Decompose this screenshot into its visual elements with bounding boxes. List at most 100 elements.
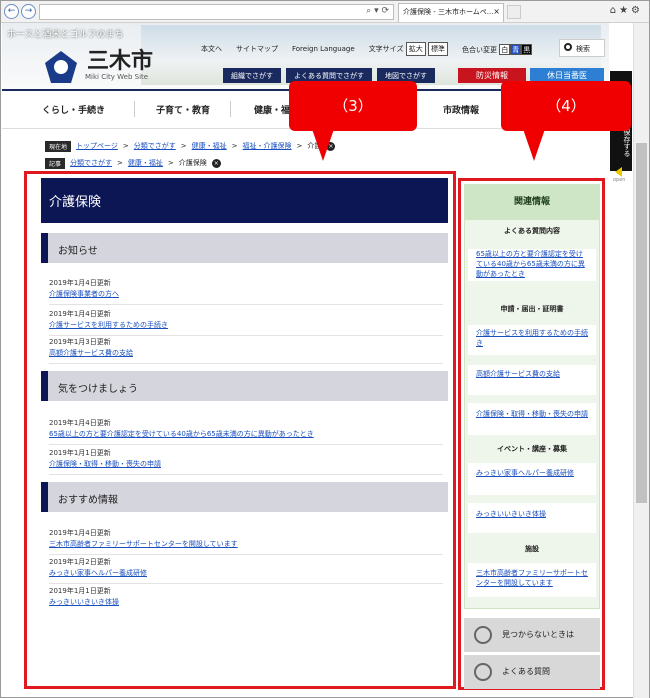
not-found-label: 見つからないときは: [502, 630, 574, 639]
address-bar[interactable]: ⌕ ▾ ⟳: [39, 4, 394, 20]
list-item: 2019年1月4日更新 介護保険事業者の方へ: [49, 278, 443, 305]
callout-4-pointer: [523, 129, 545, 161]
address-actions-icon[interactable]: ⌕ ▾ ⟳: [366, 6, 389, 16]
related-link[interactable]: みっきいいきいき体操: [468, 503, 596, 533]
tab-close-icon[interactable]: ×: [493, 7, 500, 16]
sitemap-link[interactable]: サイトマップ: [236, 44, 278, 54]
not-found-button[interactable]: 見つからないときは: [464, 618, 600, 652]
news-date: 2019年1月4日更新: [49, 310, 111, 318]
related-category: 申請・届出・証明書: [500, 305, 564, 313]
search-label: 検索: [576, 45, 590, 53]
back-icon[interactable]: ←: [4, 4, 19, 19]
news-date: 2019年1月4日更新: [49, 279, 111, 287]
news-date: 2019年1月2日更新: [49, 558, 111, 566]
related-link[interactable]: 三木市高齢者ファミリーサポートセンターを開設しています: [468, 563, 596, 597]
related-link[interactable]: 介護サービスを利用するための手続き: [468, 325, 596, 355]
section-heading: おすすめ情報: [41, 482, 448, 512]
breadcrumb-current-page: 介護保険: [178, 159, 207, 167]
news-date: 2019年1月1日更新: [49, 449, 111, 457]
forward-icon[interactable]: →: [21, 4, 36, 19]
color-control: 色合い変更 白青黒: [462, 43, 533, 55]
search-button[interactable]: 検索: [559, 39, 605, 57]
breadcrumb-link[interactable]: 福祉・介護保険: [243, 141, 292, 151]
list-item: 2019年1月4日更新 65歳以上の方と要介護認定を受けている40歳から65歳未…: [49, 418, 443, 445]
city-logo-icon[interactable]: [43, 49, 79, 85]
color-blue-button[interactable]: 青: [510, 43, 522, 55]
color-white-button[interactable]: 白: [499, 43, 511, 55]
search-icon: [564, 43, 572, 51]
font-size-control: 文字サイズ 拡大 標準: [369, 42, 448, 56]
related-link[interactable]: 介護保険・取得・移動・喪失の申請: [468, 403, 596, 435]
related-category: イベント・講座・募集: [497, 445, 567, 453]
logo-text[interactable]: 三木市: [87, 43, 153, 75]
tab-title: 介護保険 - 三木市ホームペ...: [403, 8, 494, 16]
search-by-organization-button[interactable]: 組織でさがす: [223, 68, 281, 83]
news-link[interactable]: みっきい家事ヘルパー養成研修: [49, 568, 443, 578]
news-link[interactable]: 介護保険事業者の方へ: [49, 289, 443, 299]
browser-menu-icons[interactable]: ⌂★⚙: [610, 5, 643, 16]
faq-label: よくある質問: [502, 667, 550, 676]
font-large-button[interactable]: 拡大: [405, 42, 426, 56]
gnav-item-childcare[interactable]: 子育て・教育: [156, 103, 210, 116]
question-icon: [474, 663, 492, 681]
browser-toolbar: ← → ⌕ ▾ ⟳ 介護保険 - 三木市ホームペ... × ⌂★⚙: [1, 1, 649, 23]
open-label: open: [613, 177, 626, 183]
color-black-button[interactable]: 黒: [521, 43, 533, 55]
news-date: 2019年1月3日更新: [49, 338, 111, 346]
gnav-divider: [230, 101, 231, 117]
related-link[interactable]: 高額介護サービス費の支給: [468, 365, 596, 395]
page-title: 介護保険: [41, 178, 448, 223]
utility-links: 本文へ サイトマップ Foreign Language 文字サイズ 拡大 標準 …: [201, 41, 533, 57]
list-item: 2019年1月1日更新 みっきいいきいき体操: [49, 586, 443, 612]
breadcrumb-tag: 記事: [45, 157, 66, 169]
font-normal-button[interactable]: 標準: [427, 42, 448, 56]
site-slogan: ホースと酒米とゴルフのまち: [7, 30, 124, 40]
new-tab-button[interactable]: [507, 5, 521, 19]
breadcrumb-link[interactable]: 分類でさがす: [134, 141, 176, 151]
breadcrumb-article: 記事 分類でさがす > 健康・福祉 > 介護保険 ×: [45, 156, 221, 170]
browser-tab[interactable]: 介護保険 - 三木市ホームペ... ×: [398, 3, 504, 22]
browser-window: ← → ⌕ ▾ ⟳ 介護保険 - 三木市ホームペ... × ⌂★⚙ ホースと酒米…: [0, 0, 650, 698]
gnav-divider: [134, 101, 135, 117]
breadcrumb-tag: 現在地: [45, 140, 72, 152]
breadcrumb-link[interactable]: トップページ: [76, 141, 118, 151]
related-info-title: 関連情報: [464, 184, 600, 220]
news-link[interactable]: 65歳以上の方と要介護認定を受けている40歳から65歳未満の方に異動があったとき: [49, 429, 443, 439]
news-date: 2019年1月1日更新: [49, 587, 111, 595]
news-link[interactable]: 三木市高齢者ファミリーサポートセンターを開設しています: [49, 539, 443, 549]
news-date: 2019年1月4日更新: [49, 529, 111, 537]
news-link[interactable]: 高額介護サービス費の支給: [49, 348, 443, 358]
list-item: 2019年1月3日更新 高額介護サービス費の支給: [49, 337, 443, 364]
breadcrumb-current: 現在地 トップページ > 分類でさがす > 健康・福祉 > 福祉・介護保険 > 介護 ×: [45, 139, 336, 153]
news-date: 2019年1月4日更新: [49, 419, 111, 427]
gnav-item-city-info[interactable]: 市政情報: [443, 103, 479, 116]
related-link[interactable]: 65歳以上の方と要介護認定を受けている40歳から65歳未満の方に異動があったとき: [468, 249, 596, 281]
section-heading: お知らせ: [41, 233, 448, 263]
font-size-label: 文字サイズ: [368, 45, 404, 53]
news-link[interactable]: みっきいいきいき体操: [49, 597, 443, 607]
gnav-item-living[interactable]: くらし・手続き: [42, 103, 105, 116]
gnav-item-health[interactable]: 健康・福: [254, 103, 290, 116]
list-item: 2019年1月1日更新 介護保険・取得・移動・喪失の申請: [49, 448, 443, 475]
scrollbar-thumb[interactable]: [636, 143, 647, 503]
magnifier-icon: [474, 626, 492, 644]
breadcrumb-link[interactable]: 健康・福祉: [192, 141, 227, 151]
list-item: 2019年1月4日更新 介護サービスを利用するための手続き: [49, 309, 443, 336]
page-scrollbar[interactable]: [633, 23, 649, 698]
faq-button[interactable]: よくある質問: [464, 655, 600, 689]
news-link[interactable]: 介護保険・取得・移動・喪失の申請: [49, 459, 443, 469]
skip-to-content-link[interactable]: 本文へ: [201, 44, 222, 54]
open-arrow-icon[interactable]: [615, 167, 622, 177]
close-icon[interactable]: ×: [211, 158, 221, 168]
related-link[interactable]: みっきい家事ヘルパー養成研修: [468, 463, 596, 495]
logo-subtitle: Miki City Web Site: [85, 73, 149, 81]
news-link[interactable]: 介護サービスを利用するための手続き: [49, 320, 443, 330]
list-item: 2019年1月4日更新 三木市高齢者ファミリーサポートセンターを開設しています: [49, 528, 443, 555]
foreign-language-link[interactable]: Foreign Language: [292, 45, 355, 53]
callout-3: （3）: [289, 81, 417, 131]
related-category: よくある質問内容: [504, 227, 560, 235]
save-side-tab-label: 保存する: [623, 129, 631, 157]
breadcrumb-link[interactable]: 分類でさがす: [70, 158, 112, 168]
list-item: 2019年1月2日更新 みっきい家事ヘルパー養成研修: [49, 557, 443, 584]
breadcrumb-link[interactable]: 健康・福祉: [128, 158, 163, 168]
